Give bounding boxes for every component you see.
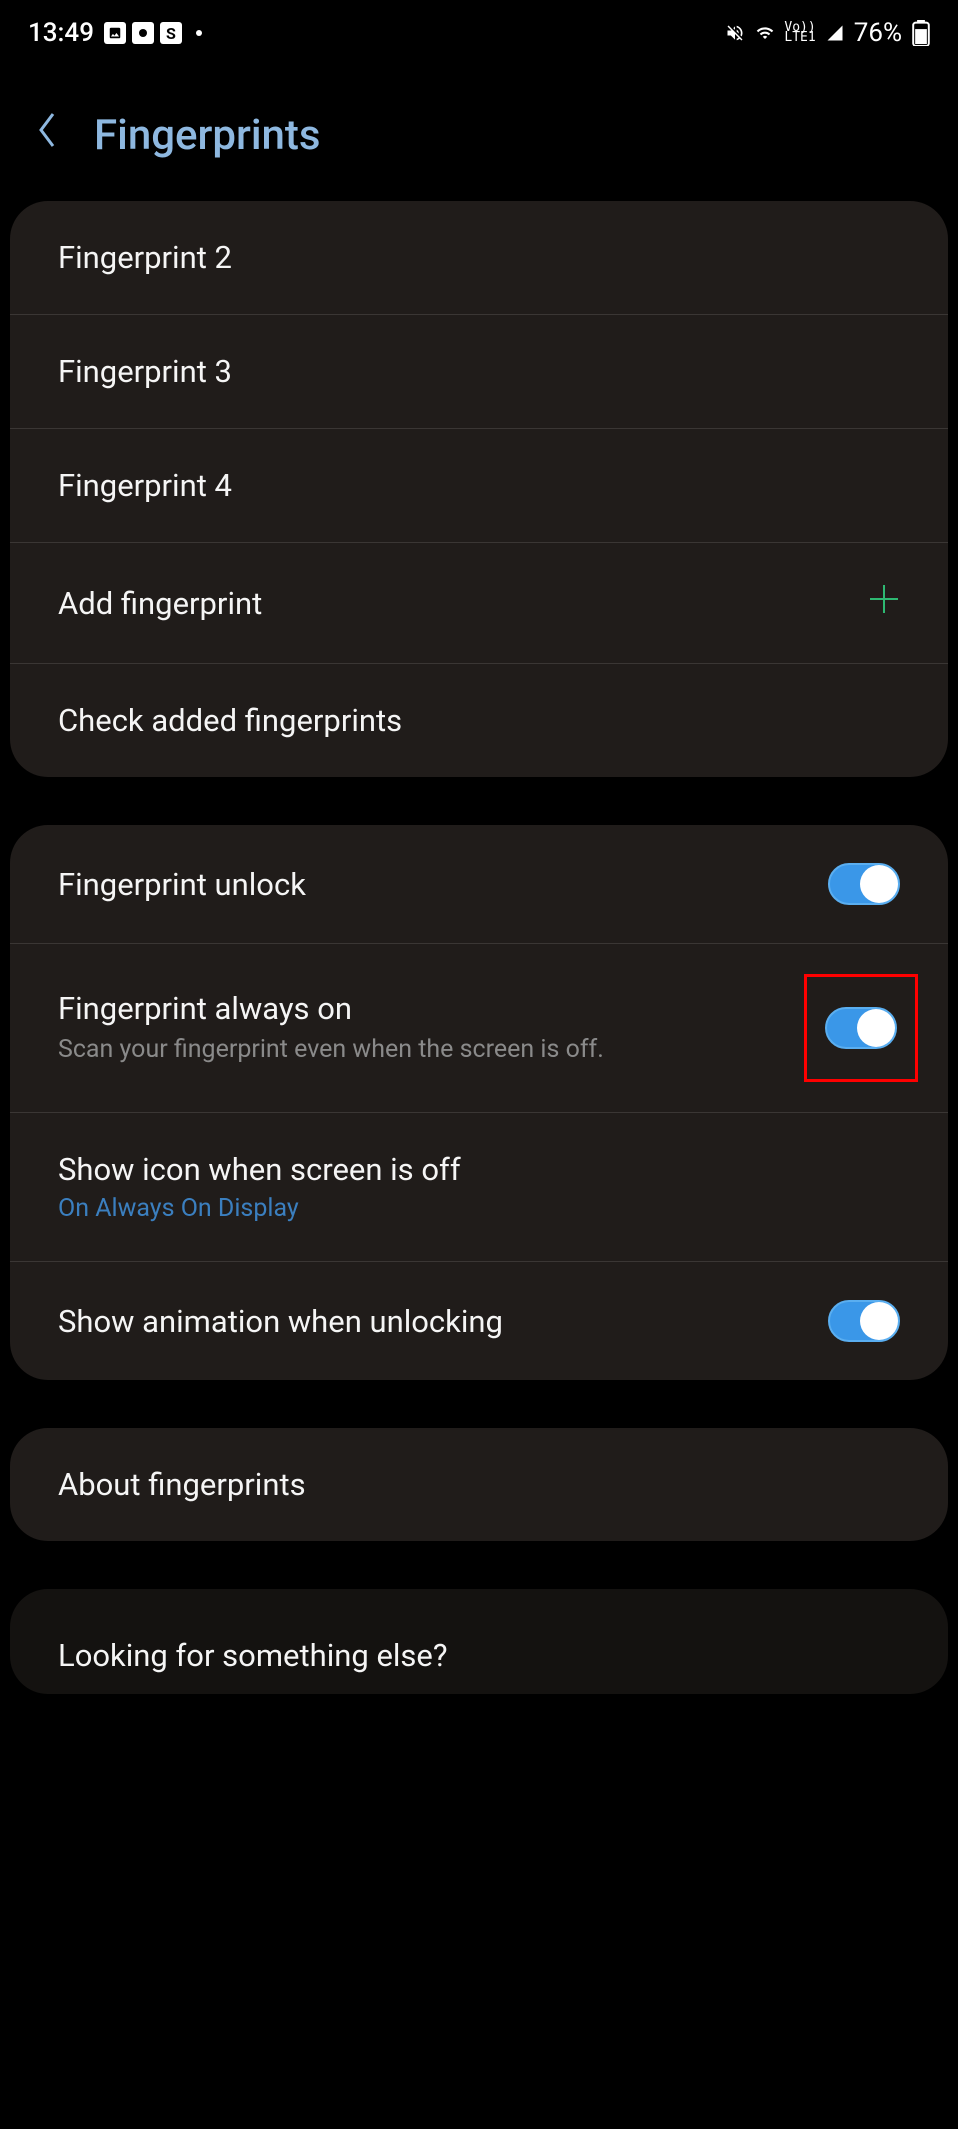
show-animation-toggle[interactable]: [828, 1300, 900, 1342]
plus-icon: [868, 581, 900, 625]
about-card: About fingerprints: [10, 1428, 948, 1541]
check-fingerprints-label: Check added fingerprints: [58, 702, 900, 739]
status-time: 13:49: [28, 18, 94, 48]
status-left: 13:49 S: [28, 18, 202, 48]
fingerprints-card: Fingerprint 2 Fingerprint 3 Fingerprint …: [10, 201, 948, 777]
footer-text: Looking for something else?: [58, 1637, 900, 1674]
fingerprint-item-2[interactable]: Fingerprint 2: [10, 201, 948, 315]
fingerprint-label: Fingerprint 4: [58, 467, 900, 504]
show-icon-label: Show icon when screen is off: [58, 1151, 900, 1188]
show-animation-label: Show animation when unlocking: [58, 1303, 828, 1340]
fingerprint-unlock-label: Fingerprint unlock: [58, 866, 828, 903]
about-fingerprints-label: About fingerprints: [58, 1466, 900, 1503]
lte-indicator: Vo)) LTE1: [784, 23, 815, 43]
fingerprint-item-4[interactable]: Fingerprint 4: [10, 429, 948, 543]
mute-vibrate-icon: [724, 23, 746, 43]
about-fingerprints-item[interactable]: About fingerprints: [10, 1428, 948, 1541]
signal-icon: [824, 24, 846, 42]
fingerprint-label: Fingerprint 3: [58, 353, 900, 390]
battery-icon: [912, 20, 930, 46]
fingerprint-always-on-item[interactable]: Fingerprint always on Scan your fingerpr…: [10, 944, 948, 1113]
highlight-annotation: [804, 974, 918, 1082]
check-fingerprints-item[interactable]: Check added fingerprints: [10, 664, 948, 777]
show-icon-subtitle: On Always On Display: [58, 1194, 900, 1223]
fingerprint-unlock-toggle[interactable]: [828, 863, 900, 905]
fingerprint-label: Fingerprint 2: [58, 239, 900, 276]
fingerprint-unlock-item[interactable]: Fingerprint unlock: [10, 825, 948, 944]
fingerprint-always-on-label: Fingerprint always on: [58, 990, 804, 1027]
status-bar: 13:49 S Vo)) LTE1 76%: [0, 0, 958, 60]
app-icon-1: [132, 22, 154, 44]
back-button[interactable]: [35, 110, 59, 161]
footer-card: Looking for something else?: [10, 1589, 948, 1694]
app-icon-s: S: [160, 22, 182, 44]
battery-percentage: 76%: [854, 18, 902, 48]
more-dot-icon: [196, 30, 202, 36]
show-animation-item[interactable]: Show animation when unlocking: [10, 1262, 948, 1380]
wifi-icon: [754, 24, 776, 42]
status-right: Vo)) LTE1 76%: [724, 18, 930, 48]
page-header: Fingerprints: [0, 60, 958, 201]
add-fingerprint-label: Add fingerprint: [58, 585, 868, 622]
add-fingerprint-item[interactable]: Add fingerprint: [10, 543, 948, 664]
page-title: Fingerprints: [94, 111, 321, 160]
fingerprint-always-on-subtitle: Scan your fingerprint even when the scre…: [58, 1033, 678, 1067]
fingerprint-settings-card: Fingerprint unlock Fingerprint always on…: [10, 825, 948, 1380]
show-icon-item[interactable]: Show icon when screen is off On Always O…: [10, 1113, 948, 1262]
gallery-icon: [104, 22, 126, 44]
fingerprint-item-3[interactable]: Fingerprint 3: [10, 315, 948, 429]
fingerprint-always-on-toggle[interactable]: [825, 1007, 897, 1049]
